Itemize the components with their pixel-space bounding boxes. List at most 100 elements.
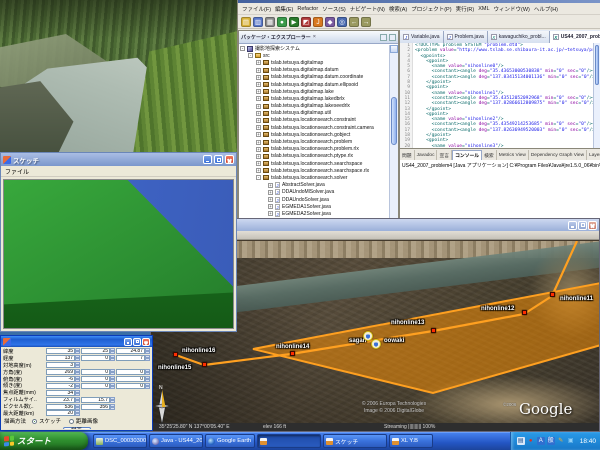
placemark-marker[interactable] (522, 310, 527, 315)
collapse-icon[interactable]: - (248, 53, 253, 58)
expand-icon[interactable]: + (256, 82, 261, 87)
value-field[interactable]: 0 (81, 355, 115, 361)
tree-package[interactable]: + tslab.tetsuya.digitalmap.util (240, 110, 388, 117)
tree-class[interactable]: + J DDAUndoMlSolver.java (240, 189, 388, 196)
tree-package[interactable]: + tslab.tetsuya.locationsearch.problem (240, 138, 388, 145)
tree-package[interactable]: + tslab.tetsuya.locationsearch.gobject (240, 131, 388, 138)
value-field[interactable]: -2 (46, 383, 80, 389)
maximize-view-icon[interactable] (389, 34, 396, 41)
spinner[interactable] (75, 383, 80, 389)
expand-icon[interactable]: + (256, 132, 261, 137)
spinner[interactable] (75, 355, 80, 361)
value-field[interactable]: 0 (116, 383, 150, 389)
back-icon[interactable]: ← (349, 17, 359, 27)
menu-item[interactable]: プロジェクト(P) (409, 5, 453, 13)
tree-package[interactable]: + tslab.tetsuya.locationsearch.searchspa… (240, 167, 388, 174)
spinner[interactable] (75, 410, 80, 416)
photo-placemark-icon[interactable] (371, 339, 381, 349)
taskbar-button[interactable] (257, 434, 321, 448)
tree-package[interactable]: + tslab.tetsuya.locationsearch.constrain… (240, 124, 388, 131)
menu-item[interactable]: ヘルプ(H) (532, 5, 560, 13)
menu-item[interactable]: ファイル (5, 167, 29, 176)
spinner[interactable] (75, 376, 80, 382)
spinner[interactable] (145, 376, 150, 382)
expand-icon[interactable]: - (256, 175, 261, 180)
expand-icon[interactable]: + (256, 60, 261, 65)
taskbar-button[interactable]: Java - US44_2007_pr... (149, 434, 203, 448)
value-field[interactable]: 0 (116, 369, 150, 375)
close-button[interactable] (142, 338, 150, 346)
tree-package[interactable]: + tslab.tetsuya.digitalmap.datum.ellipso… (240, 81, 388, 88)
placemark-marker[interactable] (173, 352, 178, 357)
ant-icon[interactable]: ◆ (325, 17, 335, 27)
spinner[interactable] (145, 348, 150, 354)
scroll-up-icon[interactable] (390, 45, 398, 53)
spinner[interactable] (75, 390, 80, 396)
value-field[interactable]: 0 (81, 383, 115, 389)
sketch-titlebar[interactable]: スケッチ (1, 153, 236, 166)
tree-class[interactable]: + J AbstractSolver.java (240, 182, 388, 189)
value-field[interactable]: 25 (81, 348, 115, 354)
value-field[interactable]: 137 (46, 355, 80, 361)
radio-icon[interactable] (69, 419, 74, 424)
taskbar-button[interactable]: XL Y.B (389, 434, 433, 448)
expand-icon[interactable]: + (256, 118, 261, 123)
print-icon[interactable]: ▦ (265, 17, 275, 27)
draw-button[interactable]: 描画 (63, 427, 91, 429)
java-app-icon[interactable]: J (313, 17, 323, 27)
expand-icon[interactable]: + (256, 68, 261, 73)
console-tab[interactable]: Layer (587, 150, 600, 160)
menu-item[interactable]: 編集(E) (273, 5, 295, 13)
menu-item[interactable]: XML (476, 6, 491, 12)
close-button[interactable] (588, 221, 597, 230)
maximize-button[interactable] (578, 221, 587, 230)
value-field[interactable]: 0 (116, 376, 150, 382)
placemark-marker[interactable] (290, 351, 295, 356)
value-field[interactable]: 356 (81, 404, 115, 410)
expand-icon[interactable]: + (268, 197, 273, 202)
scrollbar-thumb[interactable] (595, 45, 599, 85)
tree-package[interactable]: + tslab.tetsuya.digitalmap.datum (240, 67, 388, 74)
spinner[interactable] (110, 355, 115, 361)
menu-item[interactable]: Refactor (295, 6, 320, 12)
radio-icon[interactable] (32, 419, 37, 424)
spinner[interactable] (75, 397, 80, 403)
placemark-marker[interactable] (431, 328, 436, 333)
menu-item[interactable]: ナビゲート(N) (348, 5, 387, 13)
sketch-canvas[interactable] (3, 179, 234, 329)
placemark-marker[interactable] (550, 292, 555, 297)
radio-option[interactable]: スケッチ (32, 417, 61, 425)
value-field[interactable]: 3 (46, 362, 80, 368)
tree-package[interactable]: + tslab.tetsuya.digitalmap (240, 59, 388, 66)
debug-icon[interactable]: ● (277, 17, 287, 27)
scrollbar-thumb[interactable] (391, 97, 397, 145)
maximize-button[interactable] (133, 338, 141, 346)
spinner[interactable] (75, 362, 80, 368)
console-tab[interactable]: Dependency Graph View (529, 150, 587, 160)
pen-icon[interactable]: ✎ (557, 437, 565, 445)
placemark-marker[interactable] (202, 362, 207, 367)
expand-icon[interactable]: + (256, 140, 261, 145)
spinner[interactable] (145, 383, 150, 389)
expand-icon[interactable]: + (268, 211, 273, 216)
tree-package[interactable]: + tslab.tetsuya.locationsearch.ptype.rlx (240, 153, 388, 160)
spinner[interactable] (110, 348, 115, 354)
tree-package[interactable]: + tslab.tetsuya.digitalmap.lakeseedrlx (240, 103, 388, 110)
tree-package[interactable]: + tslab.tetsuya.locationsearch.searchspa… (240, 160, 388, 167)
expand-icon[interactable]: + (256, 147, 261, 152)
spinner[interactable] (145, 355, 150, 361)
menu-item[interactable]: ウィンドウ(W) (492, 5, 532, 13)
value-field[interactable]: 0 (81, 376, 115, 382)
menu-item[interactable]: 実行(R) (454, 5, 477, 13)
tree-project[interactable]: - 撮影地探索システム (240, 45, 388, 52)
tree-package[interactable]: + tslab.tetsuya.digitalmap.datum.coordin… (240, 74, 388, 81)
code-lines[interactable]: 1<!DOCTYPE problem SYSTEM "problem.dtd">… (400, 43, 593, 148)
value-field[interactable]: 20 (46, 410, 80, 416)
editor-tab[interactable]: J Variable.java (400, 31, 444, 43)
forward-icon[interactable]: → (361, 17, 371, 27)
spinner[interactable] (75, 404, 80, 410)
search-icon[interactable]: ◎ (337, 17, 347, 27)
tree-package[interactable]: + tslab.tetsuya.locationsearch.problem.r… (240, 146, 388, 153)
tree-package[interactable]: + tslab.tetsuya.digitalmap.lake (240, 88, 388, 95)
radio-option[interactable]: 距離画像 (69, 417, 98, 425)
